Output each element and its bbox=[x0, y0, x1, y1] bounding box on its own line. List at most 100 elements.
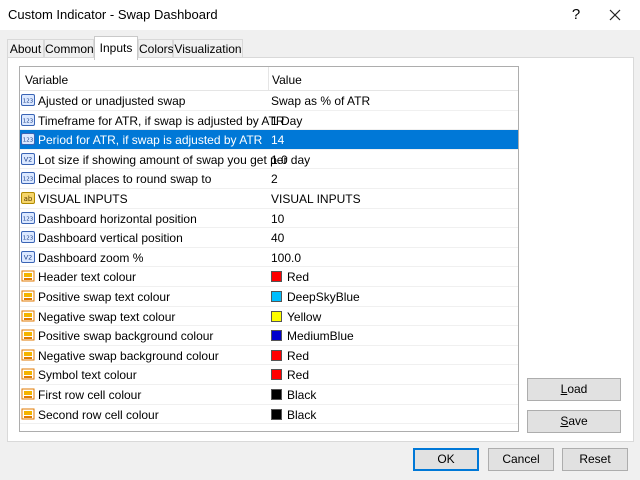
reset-button[interactable]: Reset bbox=[562, 448, 628, 471]
integer-input-icon: 123 bbox=[21, 94, 35, 106]
row-variable-label: First row cell colour bbox=[38, 387, 142, 402]
grid-row[interactable]: Header text colour Red bbox=[20, 267, 518, 287]
row-value[interactable]: MediumBlue bbox=[287, 329, 354, 343]
row-value[interactable]: Red bbox=[287, 349, 309, 363]
row-value[interactable]: Yellow bbox=[287, 310, 321, 324]
ok-button[interactable]: OK bbox=[413, 448, 479, 471]
svg-text:123: 123 bbox=[23, 99, 34, 105]
row-variable-label: Negative swap text colour bbox=[38, 309, 176, 324]
row-variable-label: Dashboard vertical position bbox=[38, 231, 183, 246]
tab-colors[interactable]: Colors bbox=[138, 39, 174, 59]
grid-row[interactable]: 123 Timeframe for ATR, if swap is adjuste… bbox=[20, 111, 518, 131]
grid-row[interactable]: Positive swap background colour MediumBlu… bbox=[20, 326, 518, 346]
integer-input-icon: 123 bbox=[21, 172, 35, 185]
row-value[interactable]: 10 bbox=[271, 212, 284, 226]
color-swatch[interactable] bbox=[271, 330, 282, 342]
svg-text:123: 123 bbox=[23, 236, 34, 242]
svg-text:123: 123 bbox=[23, 118, 34, 124]
grid-row[interactable]: 123 Decimal places to round swap to 2 bbox=[20, 169, 518, 189]
row-variable-label: Decimal places to round swap to bbox=[38, 172, 212, 187]
window-title: Custom Indicator - Swap Dashboard bbox=[8, 7, 218, 22]
row-value[interactable]: 1.0 bbox=[271, 153, 288, 167]
grid-row[interactable]: 123 Dashboard vertical position 40 bbox=[20, 228, 518, 248]
grid-row[interactable]: V2 Lot size if showing amount of swap you… bbox=[20, 150, 518, 170]
tab-common[interactable]: Common bbox=[44, 39, 94, 59]
integer-input-icon: 123 bbox=[21, 113, 35, 126]
row-variable-label: Dashboard horizontal position bbox=[38, 211, 197, 226]
column-divider[interactable] bbox=[268, 67, 269, 91]
row-value[interactable]: 100.0 bbox=[271, 251, 301, 265]
row-value[interactable]: 2 bbox=[271, 172, 278, 186]
row-value[interactable]: 40 bbox=[271, 231, 284, 245]
svg-text:123: 123 bbox=[23, 216, 34, 222]
row-variable-label: Symbol text colour bbox=[38, 368, 137, 383]
column-header-value[interactable]: Value bbox=[272, 73, 302, 87]
color-swatch[interactable] bbox=[271, 290, 282, 302]
row-value[interactable]: 1 Day bbox=[271, 114, 302, 128]
grid-row[interactable]: Symbol text colour Red bbox=[20, 365, 518, 385]
integer-input-icon: 123 bbox=[21, 211, 35, 224]
svg-text:123: 123 bbox=[23, 177, 34, 183]
row-variable-label: Positive swap text colour bbox=[38, 289, 171, 304]
color-input-icon bbox=[21, 408, 35, 419]
row-value[interactable]: Black bbox=[287, 408, 316, 422]
color-input-icon bbox=[21, 329, 35, 341]
close-button[interactable] bbox=[604, 4, 626, 26]
dialog-window: Custom Indicator - Swap Dashboard ? Abou… bbox=[0, 0, 640, 480]
grid-row[interactable]: V2 Dashboard zoom % 100.0 bbox=[20, 248, 518, 268]
grid-row[interactable]: 123 Period for ATR, if swap is adjusted b… bbox=[20, 130, 518, 150]
color-swatch[interactable] bbox=[271, 388, 282, 400]
grid-row[interactable]: Negative swap background colour Red bbox=[20, 346, 518, 366]
row-value[interactable]: VISUAL INPUTS bbox=[271, 192, 361, 206]
grid-row[interactable]: Second row cell colour Black bbox=[20, 405, 518, 425]
title-bar: Custom Indicator - Swap Dashboard ? bbox=[0, 0, 640, 30]
svg-text:V2: V2 bbox=[24, 253, 33, 261]
svg-text:123: 123 bbox=[23, 138, 34, 144]
row-variable-label: Dashboard zoom % bbox=[38, 250, 144, 265]
save-button[interactable]: Save bbox=[527, 410, 621, 433]
row-variable-label: Period for ATR, if swap is adjusted by A… bbox=[38, 133, 263, 148]
row-value[interactable]: Red bbox=[287, 368, 309, 382]
grid-row[interactable]: ab VISUAL INPUTS VISUAL INPUTS bbox=[20, 189, 518, 209]
grid-row[interactable]: First row cell colour Black bbox=[20, 385, 518, 405]
row-value[interactable]: 14 bbox=[271, 133, 284, 147]
row-variable-label: Negative swap background colour bbox=[38, 348, 219, 363]
help-button[interactable]: ? bbox=[566, 5, 586, 25]
color-input-icon bbox=[21, 368, 35, 380]
color-swatch[interactable] bbox=[271, 349, 282, 361]
color-input-icon bbox=[21, 349, 35, 361]
grid-row[interactable]: Positive swap text colour DeepSkyBlue bbox=[20, 287, 518, 307]
row-value[interactable]: Black bbox=[287, 388, 316, 402]
color-swatch[interactable] bbox=[271, 271, 282, 283]
row-variable-label: Header text colour bbox=[38, 270, 137, 285]
svg-text:V2: V2 bbox=[24, 155, 33, 163]
save-button-label-rest: ave bbox=[568, 414, 588, 428]
close-icon bbox=[609, 9, 621, 21]
grid-row[interactable]: 123 Dashboard horizontal position 10 bbox=[20, 209, 518, 229]
row-value[interactable]: DeepSkyBlue bbox=[287, 290, 360, 304]
cancel-button[interactable]: Cancel bbox=[488, 448, 554, 471]
color-swatch[interactable] bbox=[271, 310, 282, 322]
load-button[interactable]: Load bbox=[527, 378, 621, 401]
color-swatch[interactable] bbox=[271, 408, 282, 420]
tab-visualization[interactable]: Visualization bbox=[173, 39, 243, 59]
tab-inputs[interactable]: Inputs bbox=[94, 36, 138, 60]
integer-input-icon: 123 bbox=[21, 231, 35, 244]
tab-about[interactable]: About bbox=[7, 39, 44, 59]
string-input-icon: ab bbox=[21, 191, 35, 204]
color-input-icon bbox=[21, 388, 35, 400]
row-value[interactable]: Swap as % of ATR bbox=[271, 94, 370, 108]
double-input-icon: V2 bbox=[21, 152, 35, 165]
row-value[interactable]: Red bbox=[287, 270, 309, 284]
grid-row[interactable]: 123 Ajusted or unadjusted swap Swap as % o… bbox=[20, 91, 518, 111]
row-variable-label: VISUAL INPUTS bbox=[38, 191, 128, 206]
color-swatch[interactable] bbox=[271, 369, 282, 381]
color-input-icon bbox=[21, 290, 35, 302]
svg-text:ab: ab bbox=[24, 195, 33, 203]
row-variable-label: Ajusted or unadjusted swap bbox=[38, 94, 186, 108]
inputs-grid[interactable]: Variable Value 123 Ajusted or unadjusted … bbox=[19, 66, 519, 432]
grid-row[interactable]: Negative swap text colour Yellow bbox=[20, 307, 518, 327]
row-variable-label: Second row cell colour bbox=[38, 407, 159, 422]
column-header-variable[interactable]: Variable bbox=[25, 73, 68, 87]
grid-rows: 123 Ajusted or unadjusted swap Swap as % o… bbox=[20, 91, 518, 425]
